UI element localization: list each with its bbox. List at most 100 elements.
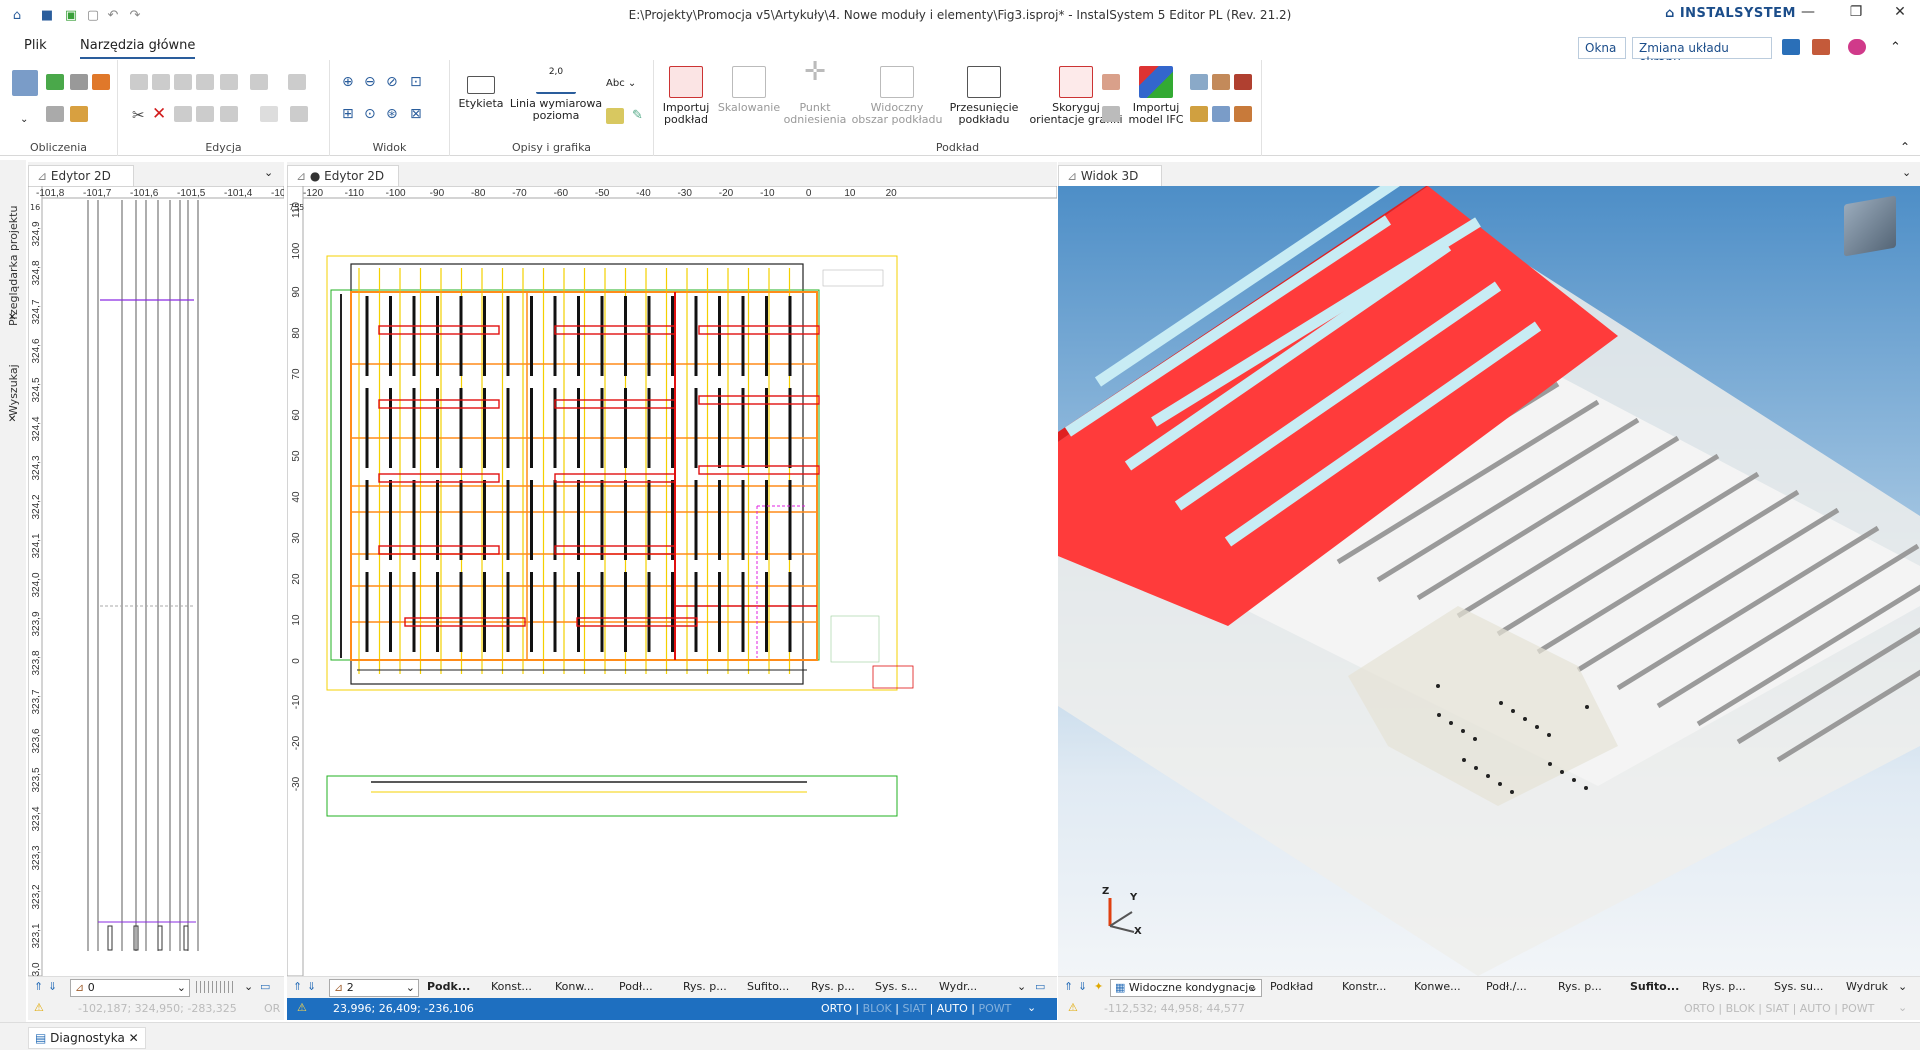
layer-tab[interactable]: Konw... <box>555 980 594 993</box>
layer-tab[interactable]: Wydr... <box>939 980 977 993</box>
delete-icon[interactable]: ✕ <box>152 104 166 124</box>
tab-edytor-2d-left[interactable]: ⊿ Edytor 2D ✕ <box>28 165 134 197</box>
widoczny-obszar-button[interactable]: Widoczny obszar podkładu <box>850 66 944 126</box>
layer-tab[interactable]: Wydruk <box>1846 980 1888 993</box>
arrow-up-icon[interactable]: ⇑ <box>1064 980 1073 993</box>
importuj-ifc-button[interactable]: Importuj model IFC <box>1124 66 1188 126</box>
calc-orange-icon[interactable] <box>92 74 110 90</box>
warning-icon[interactable]: ⚠ <box>297 1001 307 1014</box>
layout-dropdown[interactable]: Zmiana układu ekranu ⌄ <box>1632 37 1772 69</box>
warning-icon[interactable]: ⚠ <box>1068 1001 1078 1014</box>
layer-tab[interactable]: Konstr... <box>1342 980 1386 993</box>
restore-button[interactable]: ❐ <box>1836 4 1876 26</box>
tab-edytor-2d-mid[interactable]: ⊿ ● Edytor 2D ✕ <box>287 165 399 197</box>
mid-editor-canvas[interactable]: 755 -120 -110 -100 -90 -80 -70 -60 -50 -40 -30 -20-… <box>287 186 1057 976</box>
mode-toggle[interactable]: POWT <box>1841 1002 1874 1015</box>
zoom-fit-icon[interactable]: ⊡ <box>410 74 422 90</box>
chevron-down-icon[interactable]: ⌄ <box>1017 980 1026 993</box>
help-icon[interactable] <box>1848 39 1866 55</box>
layer-tab[interactable]: Sys. s... <box>875 980 917 993</box>
conditions-select[interactable]: ▦ Widoczne kondygnacje ⌄ <box>1110 979 1262 997</box>
arrow-down-icon[interactable]: ⇓ <box>1078 980 1087 993</box>
calc-report-icon[interactable] <box>46 106 64 122</box>
view-cube-icon[interactable] <box>1844 195 1896 257</box>
layer-tab[interactable]: Konwe... <box>1414 980 1461 993</box>
layer-tab[interactable]: Sys. su... <box>1774 980 1823 993</box>
layer-tab[interactable]: Rys. p... <box>683 980 727 993</box>
close-icon[interactable]: ✕ <box>8 312 16 323</box>
base-print-icon[interactable] <box>1102 106 1120 122</box>
calc-green-icon[interactable] <box>46 74 64 90</box>
close-icon[interactable]: ✕ <box>8 414 16 425</box>
zoom-all-icon[interactable]: ⊞ <box>342 106 354 122</box>
abc-button[interactable]: Abc ⌄ <box>606 78 636 89</box>
ifc-tool2-icon[interactable] <box>1212 74 1230 90</box>
repeat-icon[interactable] <box>174 106 192 122</box>
copy-icon[interactable] <box>130 74 148 90</box>
mirror-icon[interactable] <box>196 74 214 90</box>
layer-tab[interactable]: Podł... <box>619 980 653 993</box>
lightbulb-icon[interactable]: ✦ <box>1094 980 1103 993</box>
arrow-down-icon[interactable]: ⇓ <box>48 980 57 993</box>
ifc-tool6-icon[interactable] <box>1234 106 1252 122</box>
etykieta-button[interactable]: Etykieta <box>456 66 506 110</box>
layer-tab[interactable]: Sufito... <box>747 980 789 993</box>
layer-tab[interactable]: Rys. p... <box>1558 980 1602 993</box>
layer-tab[interactable]: Sufito... <box>1630 980 1679 993</box>
zoom-prev-icon[interactable]: ⊙ <box>364 106 376 122</box>
chevron-down-icon[interactable]: ⌄ <box>20 114 28 125</box>
zoom-sel-icon[interactable]: ⊛ <box>386 106 398 122</box>
chevron-down-icon[interactable]: ⌄ <box>264 166 273 179</box>
tree-icon[interactable] <box>220 106 238 122</box>
align-icon[interactable] <box>220 74 238 90</box>
tab-diagnostyka[interactable]: ▤ Diagnostyka ✕ <box>28 1027 146 1049</box>
side-tab-project-browser[interactable]: Przeglądarka projektu <box>7 186 20 326</box>
link-icon[interactable] <box>260 106 278 122</box>
tab-narzedzia-glowne[interactable]: Narzędzia główne <box>80 38 196 59</box>
ifc-tool5-icon[interactable] <box>1212 106 1230 122</box>
minimize-button[interactable]: — <box>1788 4 1828 26</box>
zoom-in-icon[interactable]: ⊕ <box>342 74 354 90</box>
okna-dropdown[interactable]: Okna ⌄ <box>1578 37 1626 69</box>
layer-tab[interactable]: Podk... <box>427 980 470 993</box>
layer-tab[interactable]: Rys. p... <box>1702 980 1746 993</box>
punkt-odniesienia-button[interactable]: ✛ Punkt odniesienia <box>782 59 848 126</box>
tab-widok-3d[interactable]: ⊿ Widok 3D ✕ <box>1058 165 1162 197</box>
close-icon[interactable]: ✕ <box>129 1031 139 1045</box>
warning-icon[interactable]: ⚠ <box>34 1001 44 1014</box>
calc-gray-icon[interactable] <box>70 74 88 90</box>
skalowanie-button[interactable]: Skalowanie <box>716 66 782 114</box>
chevron-down-icon[interactable]: ⌄ <box>1902 166 1911 179</box>
rotate-icon[interactable] <box>174 74 192 90</box>
layer-tab[interactable]: Konst... <box>491 980 532 993</box>
pan-icon[interactable]: ⊠ <box>410 106 422 122</box>
close-button[interactable]: ✕ <box>1880 4 1920 26</box>
zoom-window-icon[interactable]: ⊘ <box>386 74 398 90</box>
mode-toggle[interactable]: BLOK <box>1726 1002 1755 1015</box>
screen-icon[interactable]: ▭ <box>1035 980 1045 993</box>
table-icon[interactable] <box>606 108 624 124</box>
layer-tab[interactable]: Podkład <box>1270 980 1313 993</box>
collapse-ribbon-icon[interactable]: ⌃ <box>1900 140 1910 154</box>
mode-toggle[interactable]: SIAT <box>1765 1002 1789 1015</box>
edit-icon[interactable]: ✎ <box>632 108 643 123</box>
base-layer-icon[interactable] <box>1102 74 1120 90</box>
mode-toggle[interactable]: AUTO <box>1800 1002 1831 1015</box>
przesuniecie-button[interactable]: Przesunięcie podkładu <box>944 66 1024 126</box>
view-3d-canvas[interactable]: Z Y X <box>1058 186 1920 976</box>
mode-toggle[interactable]: ORTO <box>1684 1002 1715 1015</box>
group-icon[interactable] <box>196 106 214 122</box>
mode-toggle[interactable]: ORTO <box>821 1002 852 1015</box>
arrow-up-icon[interactable]: ⇑ <box>34 980 43 993</box>
mode-toggle[interactable]: AUTO <box>937 1002 968 1015</box>
layers-icon[interactable] <box>1812 39 1830 55</box>
zoom-out-icon[interactable]: ⊖ <box>364 74 376 90</box>
ifc-tool1-icon[interactable] <box>1190 74 1208 90</box>
chevron-down-icon[interactable]: ⌄ <box>1898 1001 1907 1014</box>
layer-select-mid[interactable]: ⊿ 2 ⌄ <box>329 979 419 997</box>
lines-icon[interactable] <box>288 74 306 90</box>
chevron-up-icon[interactable]: ⌃ <box>1890 40 1901 55</box>
arrow-down-icon[interactable]: ⇓ <box>307 980 316 993</box>
calc-table-icon[interactable] <box>12 70 38 96</box>
ifc-tool4-icon[interactable] <box>1190 106 1208 122</box>
